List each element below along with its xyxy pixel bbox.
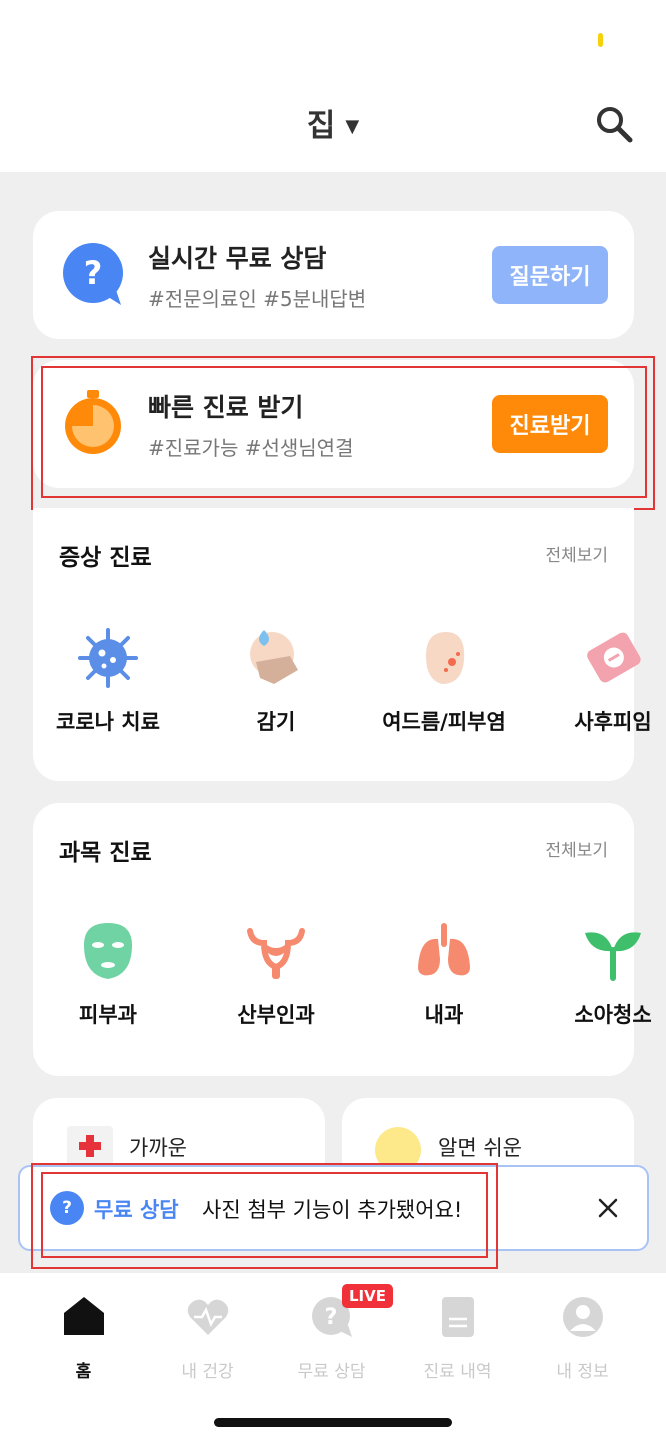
symptom-item-contraception[interactable]: 사후피임 (538, 626, 666, 736)
department-see-all-link[interactable]: 전체보기 (545, 836, 608, 861)
department-section-title: 과목 진료 (59, 840, 152, 866)
nearby-card-label: 가까운 (129, 1136, 187, 1160)
nav-label: 내 정보 (556, 1362, 609, 1382)
symptom-item-cold[interactable]: 감기 (201, 626, 351, 736)
question-bubble-icon: ? (63, 243, 123, 305)
nav-label: 내 건강 (181, 1362, 234, 1382)
home-indicator (214, 1418, 452, 1427)
department-item-internal[interactable]: 내과 (369, 919, 519, 1029)
face-mask-icon (84, 923, 132, 979)
tips-card-label: 알면 쉬운 (438, 1136, 522, 1160)
status-indicator (598, 33, 603, 47)
free-consult-card[interactable]: ? 실시간 무료 상담 #전문의료인 #5분내답변 질문하기 (33, 211, 634, 339)
nav-free-consult[interactable]: ? 무료 상담 (265, 1295, 398, 1382)
caret-down-icon: ▼ (345, 116, 360, 137)
bottom-nav: 홈 내 건강 ? 무료 상담 진료 내역 내 정보 (0, 1272, 666, 1440)
svg-text:?: ? (324, 1305, 337, 1330)
nav-my-info[interactable]: 내 정보 (516, 1295, 649, 1382)
location-label: 집 (306, 108, 336, 144)
department-item-label: 내과 (424, 1003, 464, 1027)
nav-label: 진료 내역 (423, 1362, 492, 1382)
symptom-section: 증상 진료 전체보기 코로나 치료 감기 여드름/피부염 사후피임 (33, 508, 652, 781)
highlight-box-inner (41, 366, 647, 498)
symptom-item-acne[interactable]: 여드름/피부염 (369, 626, 519, 736)
department-item-pediatrics[interactable]: 소아청소 (538, 919, 666, 1029)
virus-icon (78, 628, 138, 688)
nav-care-history[interactable]: 진료 내역 (391, 1295, 524, 1382)
highlight-box-banner-inner (41, 1172, 488, 1258)
search-icon[interactable] (594, 104, 634, 144)
pill-pack-icon (587, 632, 641, 683)
heart-pulse-icon (187, 1299, 228, 1335)
nav-my-health[interactable]: 내 건강 (141, 1295, 274, 1382)
live-badge: LIVE (342, 1284, 393, 1308)
symptom-item-corona[interactable]: 코로나 치료 (33, 626, 183, 736)
department-item-label: 피부과 (79, 1003, 137, 1027)
uterus-icon (247, 928, 305, 979)
acne-face-icon (426, 632, 465, 684)
department-item-label: 소아청소 (574, 1003, 652, 1027)
top-bar: 집 ▼ (0, 0, 666, 172)
free-consult-tags: #전문의료인 #5분내답변 (148, 287, 367, 311)
svg-text:?: ? (84, 254, 103, 292)
ask-question-button[interactable]: 질문하기 (492, 246, 608, 304)
nav-label: 홈 (75, 1362, 92, 1382)
symptom-section-title: 증상 진료 (59, 545, 152, 571)
department-item-dermatology[interactable]: 피부과 (33, 919, 183, 1029)
symptom-item-label: 사후피임 (574, 710, 652, 734)
nav-home[interactable]: 홈 (17, 1295, 150, 1382)
symptom-see-all-link[interactable]: 전체보기 (545, 541, 608, 566)
department-item-label: 산부인과 (237, 1003, 315, 1027)
nav-label: 무료 상담 (297, 1362, 366, 1382)
symptom-item-label: 코로나 치료 (56, 710, 160, 734)
location-selector[interactable]: 집 ▼ (0, 100, 666, 145)
free-consult-title: 실시간 무료 상담 (148, 244, 327, 273)
symptom-item-label: 여드름/피부염 (382, 710, 506, 734)
profile-icon (562, 1297, 603, 1337)
close-icon[interactable] (595, 1195, 621, 1221)
lungs-icon (418, 923, 470, 976)
symptom-item-label: 감기 (256, 710, 296, 734)
home-icon (63, 1297, 104, 1335)
sprout-icon (585, 932, 641, 981)
cold-mask-icon (250, 630, 298, 684)
department-item-obgyn[interactable]: 산부인과 (201, 919, 351, 1029)
document-icon (441, 1297, 474, 1337)
department-section: 과목 진료 전체보기 피부과 산부인과 내과 소아청소 (33, 803, 652, 1076)
red-cross-icon (67, 1126, 113, 1166)
